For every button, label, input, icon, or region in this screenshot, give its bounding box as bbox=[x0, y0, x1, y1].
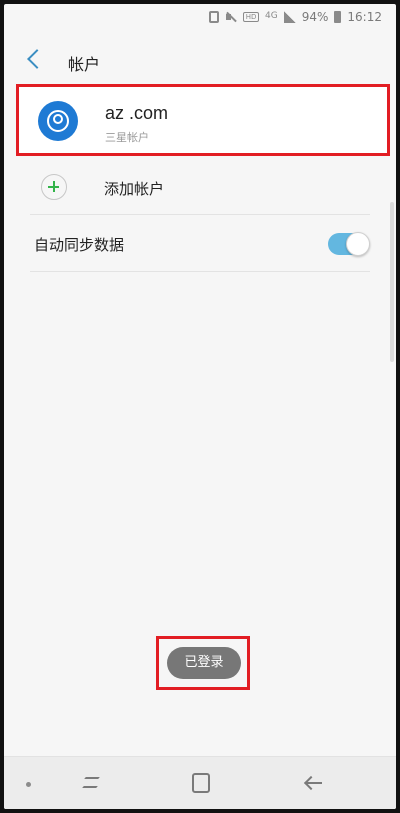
mute-icon bbox=[225, 11, 237, 23]
account-avatar-icon bbox=[38, 101, 78, 141]
divider bbox=[30, 214, 370, 215]
back-nav-icon[interactable] bbox=[304, 776, 322, 790]
back-icon[interactable] bbox=[27, 49, 47, 69]
status-bar: HD 4G 94% 16:12 bbox=[4, 4, 396, 30]
plus-icon bbox=[41, 174, 67, 200]
toast-highlight: 已登录 bbox=[156, 636, 250, 690]
page-title: 帐户 bbox=[68, 55, 101, 74]
lte-icon: 4G bbox=[265, 11, 278, 21]
home-icon[interactable] bbox=[192, 773, 210, 793]
auto-sync-item[interactable]: 自动同步数据 bbox=[4, 218, 396, 270]
signed-in-toast: 已登录 bbox=[167, 647, 241, 679]
account-type: 三星帐户 bbox=[105, 131, 149, 144]
samsung-account-item[interactable]: az .com 三星帐户 bbox=[16, 84, 390, 156]
device-screen: HD 4G 94% 16:12 帐户 az .com 三星帐户 添加帐户 自动同… bbox=[4, 4, 396, 809]
divider bbox=[30, 271, 370, 272]
toggle-knob bbox=[346, 232, 370, 256]
avatar-head bbox=[53, 114, 63, 124]
scrollbar[interactable] bbox=[390, 202, 394, 362]
clock: 16:12 bbox=[347, 10, 382, 24]
account-email: az .com bbox=[105, 103, 169, 123]
auto-sync-label: 自动同步数据 bbox=[34, 236, 125, 254]
navigation-bar bbox=[4, 756, 396, 809]
nav-dot-icon[interactable] bbox=[26, 782, 31, 787]
signal-icon bbox=[283, 11, 296, 23]
app-bar: 帐户 bbox=[4, 42, 396, 78]
battery-icon bbox=[334, 11, 342, 23]
add-account-item[interactable]: 添加帐户 bbox=[4, 164, 396, 214]
nfc-icon bbox=[209, 11, 220, 23]
battery-percent: 94% bbox=[301, 10, 329, 24]
auto-sync-toggle[interactable] bbox=[328, 232, 370, 256]
recent-apps-icon[interactable] bbox=[82, 775, 100, 791]
add-account-label: 添加帐户 bbox=[104, 180, 165, 198]
hd-voice-icon: HD bbox=[243, 12, 260, 22]
